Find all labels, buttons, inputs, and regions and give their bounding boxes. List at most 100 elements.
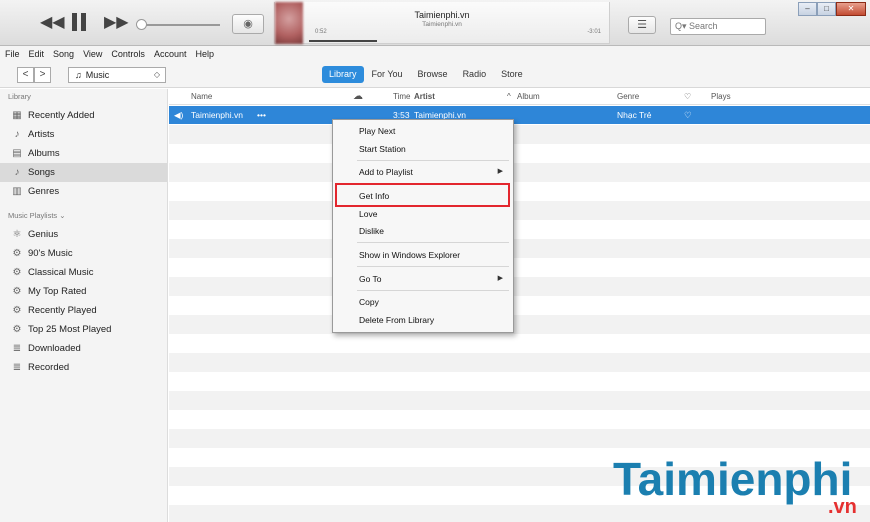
pause-icon-bar-left (72, 13, 77, 31)
column-album[interactable]: Album (517, 89, 540, 105)
now-playing-display: Taimienphi.vn Taimienphi.vn 0:52 -3:01 (274, 2, 610, 44)
restore-button[interactable]: □ (817, 2, 836, 16)
sidebar-item-downloaded[interactable]: ≣ Downloaded (0, 339, 167, 358)
menu-item-label: Add to Playlist (359, 167, 413, 177)
sidebar-item-label: Classical Music (28, 267, 94, 278)
column-genre[interactable]: Genre (617, 89, 639, 105)
microphone-icon: ♪ (14, 129, 20, 140)
column-name[interactable]: Name (191, 89, 212, 105)
speaker-icon: ◀) (174, 110, 184, 120)
up-next-list-button[interactable]: ☰ (628, 16, 656, 34)
sidebar-item-label: Songs (28, 167, 55, 178)
volume-slider[interactable] (136, 19, 220, 30)
tab-browse[interactable]: Browse (411, 66, 455, 83)
menu-item-love[interactable]: Love (334, 205, 512, 223)
taimienphi-watermark-logo: Taimienphi .vn (613, 456, 857, 518)
gear-icon: ⚙ (12, 286, 22, 297)
music-note-icon: ♫ (75, 70, 82, 80)
genius-icon: ⚛ (12, 229, 22, 240)
menu-account[interactable]: Account (154, 46, 187, 62)
gear-icon: ⚙ (12, 267, 22, 278)
menu-item-add-to-playlist[interactable]: Add to Playlist ▶ (334, 163, 512, 181)
more-options-icon[interactable]: ••• (257, 106, 266, 124)
sidebar-item-classical-music[interactable]: ⚙ Classical Music (0, 263, 167, 282)
now-playing-title: Taimienphi.vn (414, 10, 470, 20)
column-time[interactable]: Time (393, 89, 410, 105)
menu-separator (357, 242, 509, 243)
sidebar-item-songs[interactable]: ♪ Songs (0, 163, 167, 182)
sidebar-item-top-25-most-played[interactable]: ⚙ Top 25 Most Played (0, 320, 167, 339)
pause-button[interactable] (72, 13, 90, 37)
song-genre: Nhạc Trẻ (617, 110, 652, 120)
sidebar-item-artists[interactable]: ♪ Artists (0, 125, 167, 144)
search-input[interactable]: Q▾ Search (670, 18, 766, 35)
menu-item-start-station[interactable]: Start Station (334, 140, 512, 158)
submenu-arrow-icon: ▶ (497, 275, 503, 282)
menu-item-go-to[interactable]: Go To ▶ (334, 270, 512, 288)
previous-track-button[interactable]: ◀◀ (40, 13, 65, 33)
sidebar-item-label: Genres (28, 186, 60, 197)
sidebar-item-label: Downloaded (28, 343, 81, 354)
playlist-icon: ≣ (12, 362, 22, 373)
gear-icon: ⚙ (12, 324, 22, 335)
playlists-section-header[interactable]: Music Playlists ⌄ (8, 211, 66, 220)
menu-song[interactable]: Song (53, 46, 74, 62)
menu-controls[interactable]: Controls (111, 46, 145, 62)
sidebar-item-label: Recorded (28, 362, 70, 373)
tab-radio[interactable]: Radio (456, 66, 494, 83)
airplay-button[interactable]: ◉ (232, 14, 264, 34)
menu-separator (357, 290, 509, 291)
back-button[interactable]: < (17, 67, 34, 83)
sidebar-item-genres[interactable]: ▥ Genres (0, 182, 167, 201)
sidebar-item-genius[interactable]: ⚛ Genius (0, 225, 167, 244)
menu-item-delete-from-library[interactable]: Delete From Library (334, 311, 512, 329)
history-buttons: < > (17, 67, 51, 83)
sidebar-item-90s-music[interactable]: ⚙ 90's Music (0, 244, 167, 263)
sidebar-item-label: 90's Music (28, 248, 73, 259)
context-menu: Play Next Start Station Add to Playlist … (332, 119, 514, 333)
sidebar-item-label: My Top Rated (28, 286, 87, 297)
forward-button[interactable]: > (34, 67, 51, 83)
column-artist[interactable]: Artist (414, 89, 435, 105)
love-heart-icon[interactable]: ♡ (684, 106, 692, 124)
menu-help[interactable]: Help (195, 46, 214, 62)
itunes-window: ◀◀ ▶▶ ◉ Taimienphi.vn Taimienphi.vn 0:52… (0, 0, 870, 522)
menu-separator (357, 266, 509, 267)
menu-edit[interactable]: Edit (29, 46, 45, 62)
close-button[interactable]: ✕ (836, 2, 866, 16)
menu-item-show-in-windows-explorer[interactable]: Show in Windows Explorer (334, 246, 512, 264)
sidebar-item-recorded[interactable]: ≣ Recorded (0, 358, 167, 377)
sort-ascending-icon: ^ (507, 92, 511, 101)
menu-view[interactable]: View (83, 46, 102, 62)
navigation-row: < > ♫ Music ◇ Library For You Browse Radi… (0, 62, 870, 88)
minimize-button[interactable]: – (798, 2, 817, 16)
submenu-arrow-icon: ▶ (497, 168, 503, 175)
sidebar-item-albums[interactable]: ▤ Albums (0, 144, 167, 163)
sidebar-item-recently-played[interactable]: ⚙ Recently Played (0, 301, 167, 320)
menu-item-label: Go To (359, 274, 382, 284)
menu-item-dislike[interactable]: Dislike (334, 222, 512, 240)
sidebar-item-recently-added[interactable]: ▦ Recently Added (0, 106, 167, 125)
next-track-button[interactable]: ▶▶ (104, 13, 129, 33)
remaining-time: -3:01 (587, 29, 601, 35)
sidebar-item-label: Recently Played (28, 305, 97, 316)
tab-for-you[interactable]: For You (365, 66, 410, 83)
menu-item-play-next[interactable]: Play Next (334, 122, 512, 140)
volume-knob[interactable] (136, 19, 147, 30)
get-info-highlight-box (335, 183, 510, 207)
playlist-icon: ≣ (12, 343, 22, 354)
tab-library[interactable]: Library (322, 66, 364, 83)
column-plays[interactable]: Plays (711, 89, 731, 105)
sidebar-item-my-top-rated[interactable]: ⚙ My Top Rated (0, 282, 167, 301)
tab-store[interactable]: Store (494, 66, 530, 83)
menu-bar: File Edit Song View Controls Account Hel… (0, 46, 870, 62)
cloud-icon[interactable]: ☁ (353, 89, 363, 105)
library-tabs: Library For You Browse Radio Store (322, 66, 531, 83)
playback-progress-bar[interactable] (309, 40, 377, 42)
media-type-selector[interactable]: ♫ Music ◇ (68, 67, 166, 83)
table-row[interactable]: ◀) Taimienphi.vn ••• 3:53 Taimienphi.vn … (169, 106, 870, 124)
menu-file[interactable]: File (5, 46, 20, 62)
gear-icon: ⚙ (12, 305, 22, 316)
menu-item-copy[interactable]: Copy (334, 293, 512, 311)
heart-column-icon[interactable]: ♡ (684, 89, 691, 105)
